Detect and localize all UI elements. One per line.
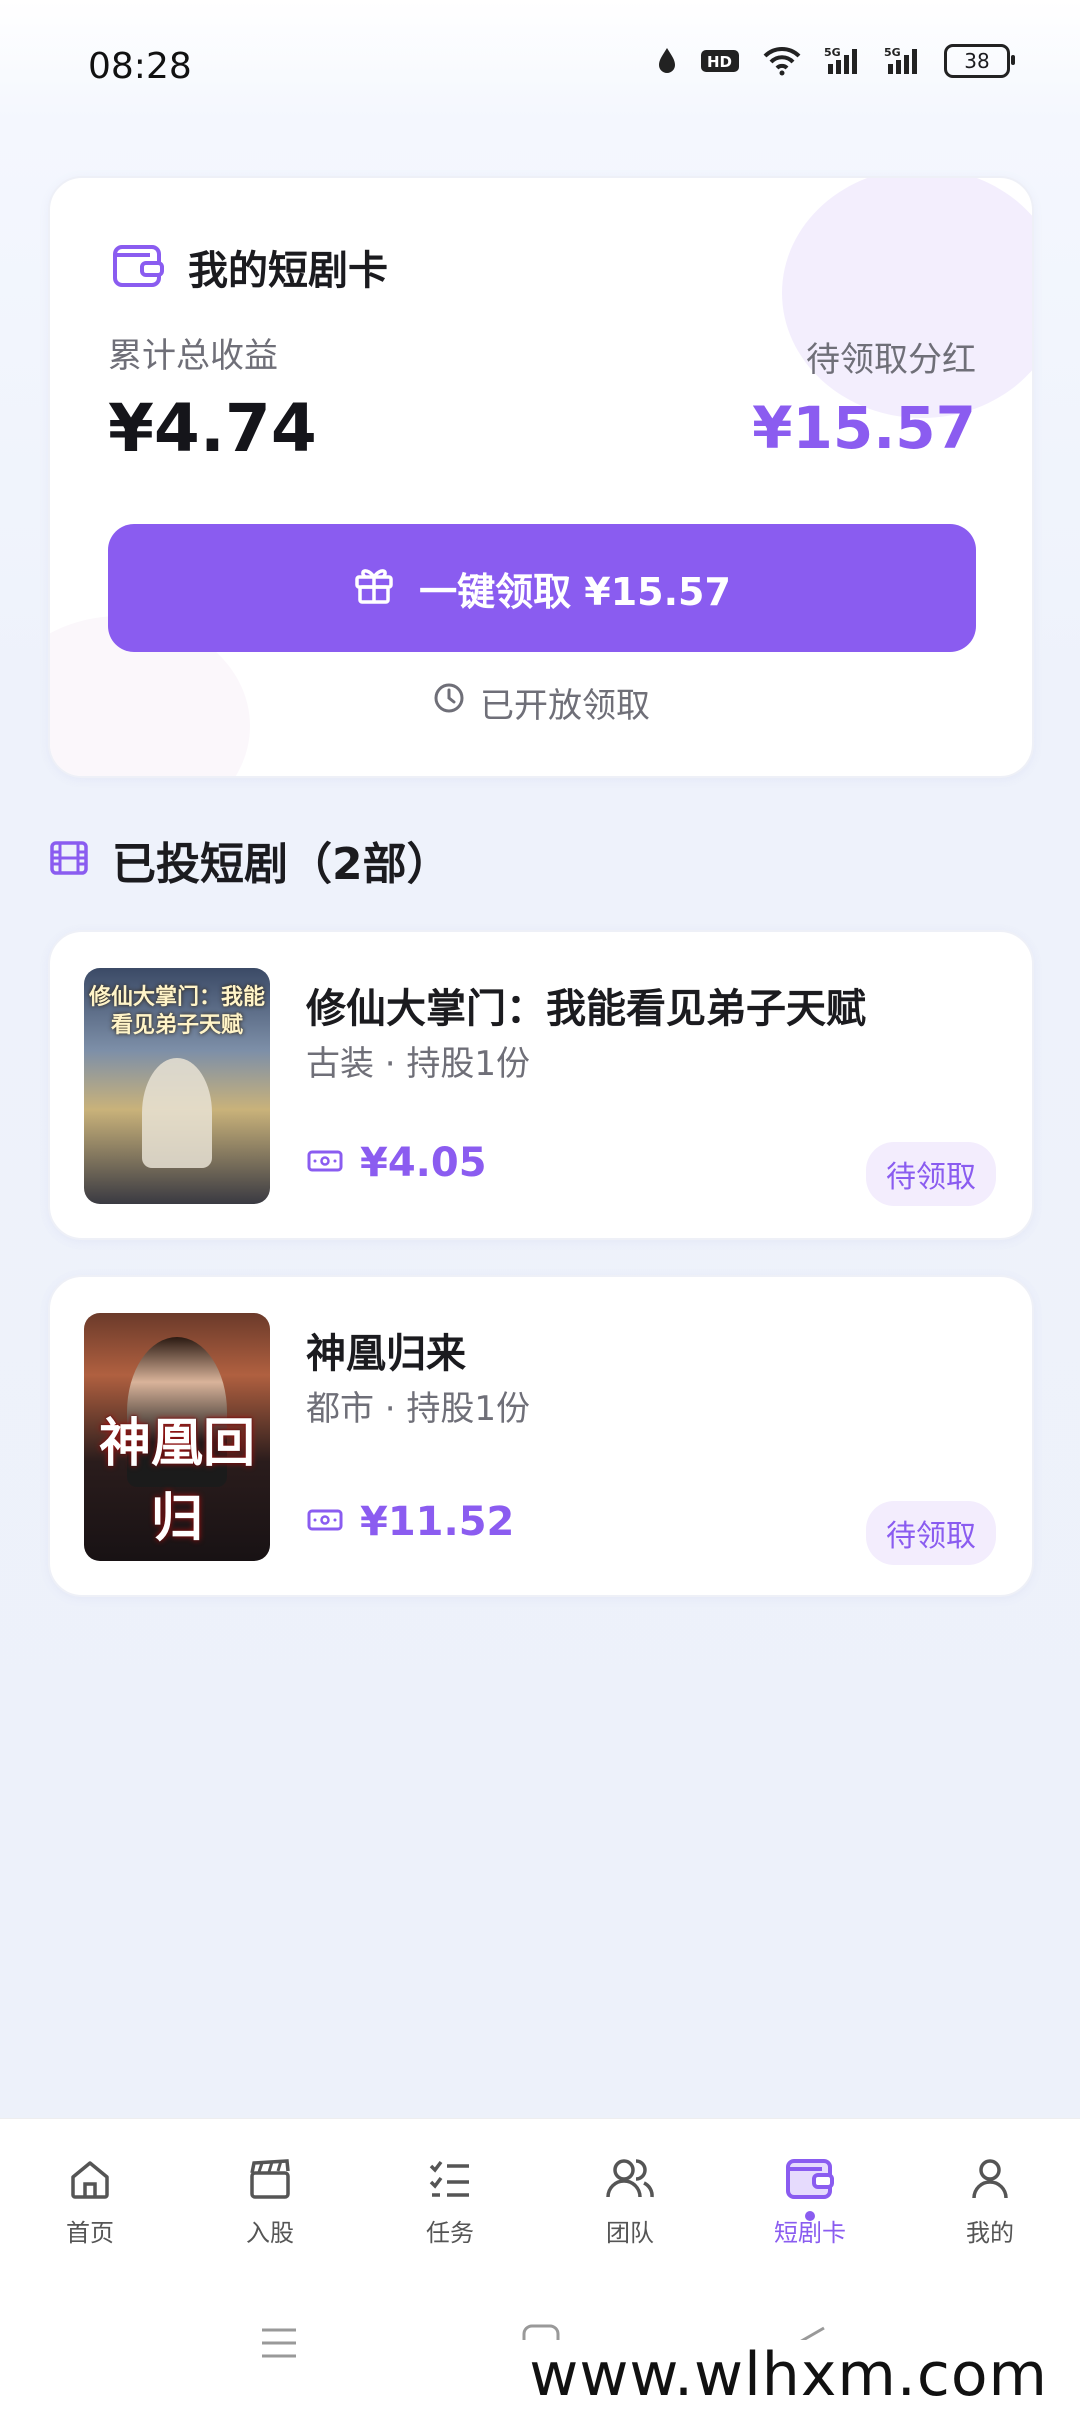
battery-icon: 38 <box>944 44 1015 78</box>
drama-poster: 修仙大掌门：我能看见弟子天赋 <box>84 968 270 1204</box>
clock-icon <box>432 681 466 724</box>
short-drama-card-summary: 我的短剧卡 累计总收益 待领取分红 ¥4.74 ¥15.57 一键领取 ¥15.… <box>48 176 1034 778</box>
drama-card[interactable]: 修仙大掌门：我能看见弟子天赋 修仙大掌门：我能看见弟子天赋 古装 · 持股1份 … <box>48 930 1034 1240</box>
nav-label: 团队 <box>606 2219 654 2247</box>
drama-meta: 古装 · 持股1份 <box>306 1044 531 1084</box>
claim-all-label: 一键领取 ¥15.57 <box>419 569 731 614</box>
team-icon <box>604 2155 656 2207</box>
hd-label: HD <box>707 53 732 71</box>
pending-claim-badge[interactable]: 待领取 <box>866 1501 996 1565</box>
checklist-icon <box>426 2155 474 2207</box>
wallet-icon <box>112 241 164 293</box>
hd-icon: HD <box>700 47 740 75</box>
signal-icon-2: 5G <box>884 46 922 76</box>
nav-item-invest[interactable]: 入股 <box>180 2119 360 2279</box>
nav-item-profile[interactable]: 我的 <box>900 2119 1080 2279</box>
watermark: www.wlhxm.com <box>519 2340 1058 2410</box>
nav-label: 入股 <box>246 2219 294 2247</box>
wallet-icon <box>784 2155 836 2207</box>
nav-item-drama-card[interactable]: 短剧卡 <box>720 2119 900 2279</box>
nav-label: 首页 <box>66 2219 114 2247</box>
drama-title: 修仙大掌门：我能看见弟子天赋 <box>306 986 866 1032</box>
nav-label: 我的 <box>966 2219 1014 2247</box>
total-earnings-label: 累计总收益 <box>108 336 278 376</box>
person-icon <box>966 2155 1014 2207</box>
nav-item-team[interactable]: 团队 <box>540 2119 720 2279</box>
open-status-label: 已开放领取 <box>480 686 650 726</box>
menu-icon[interactable] <box>258 2322 300 2368</box>
nav-label: 任务 <box>426 2219 474 2247</box>
clapperboard-icon <box>246 2155 294 2207</box>
signal-icon-1: 5G <box>824 46 862 76</box>
film-icon <box>48 837 90 883</box>
drama-earning: ¥4.05 <box>306 1140 487 1186</box>
open-status: 已开放领取 <box>50 678 1032 727</box>
drama-card[interactable]: 神凰回归 神凰归来 都市 · 持股1份 ¥11.52 待领取 <box>48 1275 1034 1597</box>
pending-dividend-label: 待领取分红 <box>806 340 976 380</box>
gift-icon <box>353 563 395 614</box>
poster-title: 神凰回归 <box>98 1414 255 1549</box>
status-time: 08:28 <box>88 46 192 87</box>
decor-bubble <box>782 178 1032 418</box>
total-earnings-value: ¥4.74 <box>108 390 317 467</box>
pending-dividend-value: ¥15.57 <box>752 394 976 462</box>
home-icon <box>66 2155 114 2207</box>
pending-claim-badge[interactable]: 待领取 <box>866 1142 996 1206</box>
card-title-row: 我的短剧卡 <box>112 238 388 296</box>
claim-all-button[interactable]: 一键领取 ¥15.57 <box>108 524 976 652</box>
nav-item-tasks[interactable]: 任务 <box>360 2119 540 2279</box>
cash-icon <box>306 1147 344 1179</box>
poster-figure <box>142 1058 212 1168</box>
network-label-1: 5G <box>824 46 841 59</box>
active-dot <box>805 2211 815 2221</box>
drama-earning: ¥11.52 <box>306 1499 514 1545</box>
drama-earning-value: ¥4.05 <box>360 1140 487 1186</box>
poster-title: 修仙大掌门：我能看见弟子天赋 <box>88 985 265 1038</box>
drama-title: 神凰归来 <box>306 1331 466 1377</box>
section-title: 已投短剧（2部） <box>112 839 451 890</box>
drama-poster: 神凰回归 <box>84 1313 270 1561</box>
drama-earning-value: ¥11.52 <box>360 1499 515 1545</box>
card-title: 我的短剧卡 <box>188 248 388 294</box>
invested-dramas-header: 已投短剧（2部） <box>48 828 451 892</box>
cash-icon <box>306 1506 344 1538</box>
wifi-icon <box>762 46 802 76</box>
drop-icon <box>656 46 678 76</box>
drama-meta: 都市 · 持股1份 <box>306 1389 531 1429</box>
status-icons: HD 5G 5G 38 <box>656 44 1015 78</box>
nav-item-home[interactable]: 首页 <box>0 2119 180 2279</box>
status-bar: 08:28 HD 5G 5G 38 <box>0 0 1080 110</box>
bottom-nav: 首页 入股 任务 团队 短剧卡 我的 <box>0 2118 1080 2279</box>
network-label-2: 5G <box>884 46 901 59</box>
